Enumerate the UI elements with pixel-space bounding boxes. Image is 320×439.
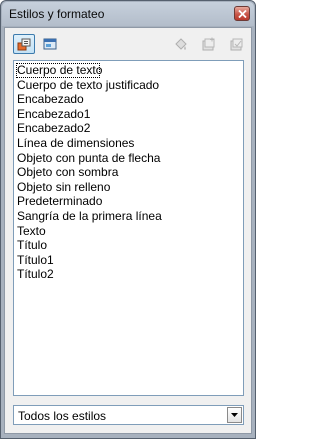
style-filter-select[interactable]: Todos los estilos — [13, 405, 244, 425]
new-style-from-selection-button[interactable] — [197, 34, 219, 54]
list-item[interactable]: Cuerpo de texto justificado — [14, 78, 243, 93]
close-button[interactable] — [234, 6, 250, 21]
list-item[interactable]: Objeto sin relleno — [14, 180, 243, 195]
styles-and-formatting-window: Estilos y formateo Cuerpo de texto Cuerp… — [0, 0, 256, 439]
fill-format-mode-button[interactable] — [169, 34, 191, 54]
window-title: Estilos y formateo — [9, 7, 105, 21]
update-style-button[interactable] — [225, 34, 247, 54]
close-icon — [238, 10, 247, 18]
paragraph-styles-button[interactable] — [13, 34, 35, 54]
list-item[interactable]: Título2 — [14, 267, 243, 282]
title-bar[interactable]: Estilos y formateo — [2, 2, 254, 26]
update-style-icon — [230, 38, 243, 51]
graphics-styles-icon — [43, 38, 57, 50]
list-item[interactable]: Cuerpo de texto — [16, 63, 102, 78]
fill-format-mode-icon — [175, 38, 187, 50]
panel-body: Cuerpo de texto Cuerpo de texto justific… — [4, 27, 252, 434]
list-item[interactable]: Encabezado1 — [14, 107, 243, 122]
list-item[interactable]: Línea de dimensiones — [14, 136, 243, 151]
list-item[interactable]: Objeto con punta de flecha — [14, 151, 243, 166]
new-style-from-selection-icon — [202, 37, 215, 51]
list-item[interactable]: Encabezado — [14, 92, 243, 107]
list-item[interactable]: Encabezado2 — [14, 121, 243, 136]
list-item[interactable]: Predeterminado — [14, 194, 243, 209]
list-item[interactable]: Título1 — [14, 253, 243, 268]
list-item[interactable]: Texto — [14, 224, 243, 239]
graphics-styles-button[interactable] — [39, 34, 61, 54]
paragraph-styles-icon — [17, 38, 31, 51]
toolbar — [5, 28, 251, 58]
style-filter-value: Todos los estilos — [18, 409, 107, 423]
styles-list[interactable]: Cuerpo de texto Cuerpo de texto justific… — [13, 60, 244, 396]
list-item[interactable]: Título — [14, 238, 243, 253]
list-item[interactable]: Objeto con sombra — [14, 165, 243, 180]
list-item[interactable]: Sangría de la primera línea — [14, 209, 243, 224]
dropdown-button[interactable] — [227, 407, 242, 423]
chevron-down-icon — [231, 413, 238, 417]
